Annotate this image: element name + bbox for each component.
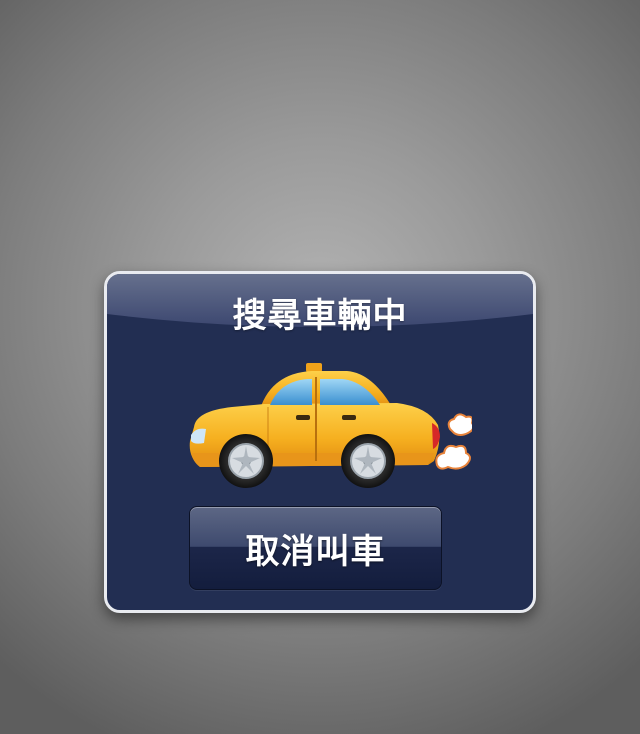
exhaust-puff-icon xyxy=(435,413,472,470)
searching-dialog: 搜尋車輛中 取消叫車 xyxy=(104,271,536,613)
dialog-title: 搜尋車輛中 xyxy=(232,296,408,336)
cancel-ride-button[interactable]: 取消叫車 xyxy=(189,506,442,590)
taxi-icon xyxy=(189,363,472,488)
